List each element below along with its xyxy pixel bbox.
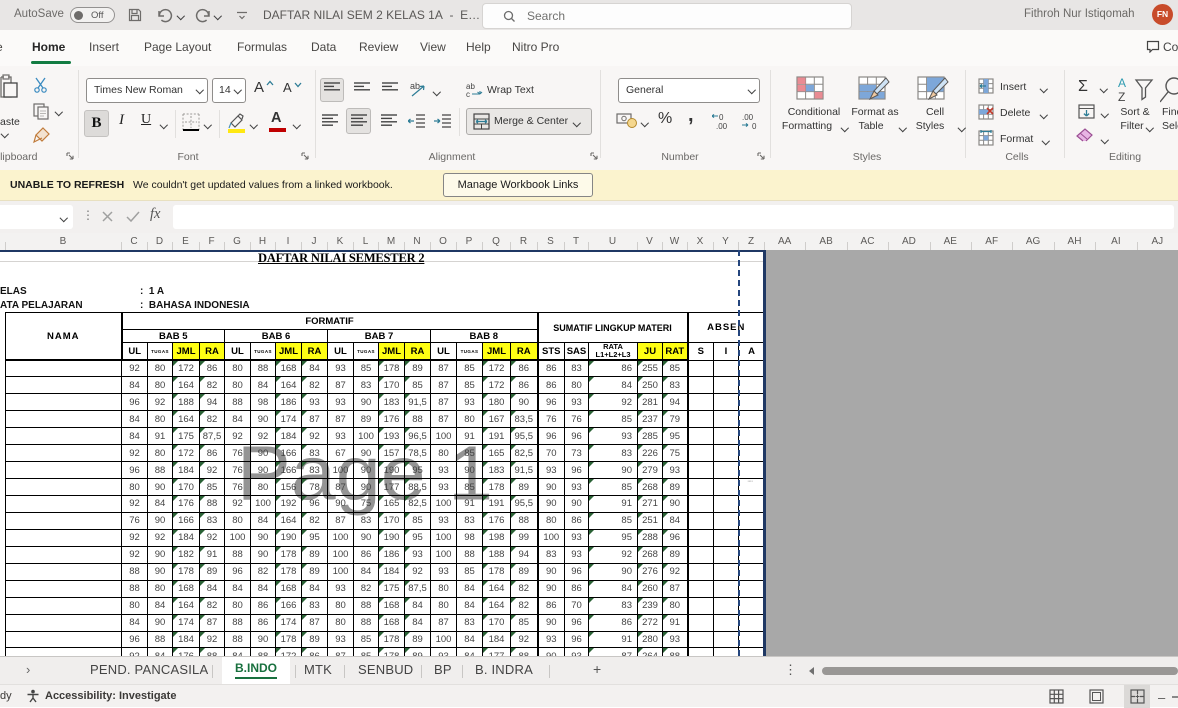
svg-text:c: c: [466, 90, 470, 98]
svg-text:0: 0: [719, 113, 724, 122]
svg-text:.00: .00: [716, 122, 728, 131]
svg-text:.00: .00: [742, 113, 754, 122]
svg-text:ab: ab: [410, 81, 420, 91]
svg-text:Z: Z: [1118, 90, 1125, 104]
svg-text:A: A: [1118, 76, 1126, 90]
svg-text:0: 0: [752, 122, 757, 131]
